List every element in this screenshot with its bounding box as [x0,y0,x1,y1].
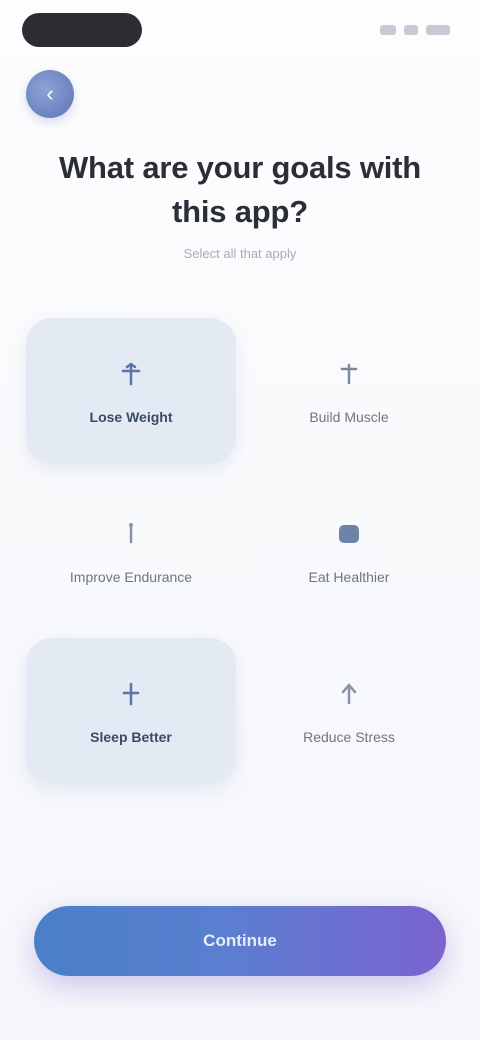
leaf-icon [332,677,366,711]
runner-icon [114,517,148,551]
goal-options-grid: Lose Weight Build Muscle Improve Enduran… [26,318,454,784]
goal-option-label: Reduce Stress [303,729,395,745]
goal-option-label: Eat Healthier [308,569,390,585]
moon-icon [114,677,148,711]
goal-option-sleep-better[interactable]: Sleep Better [26,638,236,784]
status-icons [380,25,450,35]
goal-option-label: Sleep Better [90,729,172,745]
back-button[interactable]: ‹ [26,70,74,118]
goal-option-lose-weight[interactable]: Lose Weight [26,318,236,464]
goal-option-improve-endurance[interactable]: Improve Endurance [26,478,236,624]
continue-button[interactable]: Continue [34,906,446,976]
scale-icon [114,357,148,391]
goal-option-eat-healthier[interactable]: Eat Healthier [244,478,454,624]
wifi-icon [404,25,418,35]
goal-option-build-muscle[interactable]: Build Muscle [244,318,454,464]
page-title: What are your goals with this app? [58,150,422,229]
back-arrow-icon: ‹ [46,81,54,106]
page-subtitle: Select all that apply [183,246,297,261]
onboarding-screen: ‹ What are your goals with this app? Sel… [0,0,480,1040]
status-time-pill [22,13,142,47]
battery-icon [426,25,450,35]
dumbbell-icon [332,357,366,391]
goal-option-label: Lose Weight [89,409,173,425]
goal-option-label: Improve Endurance [69,569,193,585]
goal-option-label: Build Muscle [309,409,389,425]
signal-icon [380,25,396,35]
apple-icon [332,517,366,551]
status-bar [22,10,450,50]
goal-option-reduce-stress[interactable]: Reduce Stress [244,638,454,784]
